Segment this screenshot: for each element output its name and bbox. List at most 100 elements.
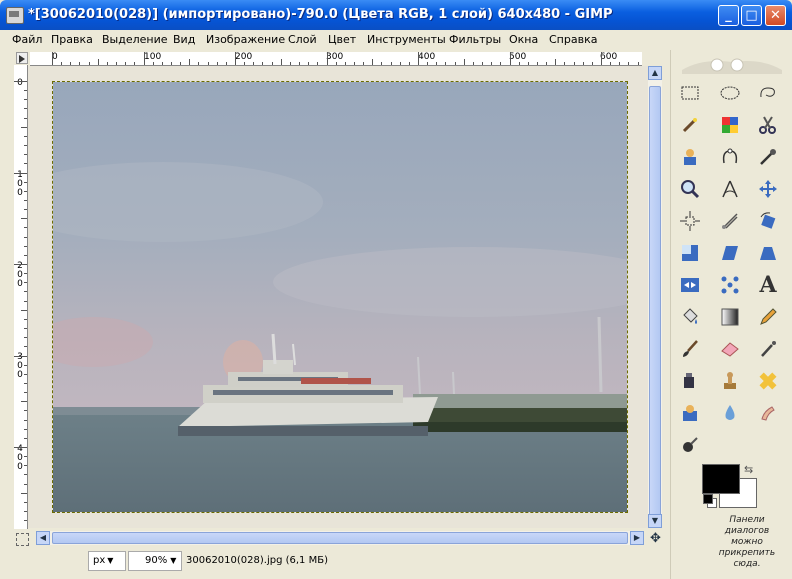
magnify-tool-icon[interactable]: [678, 177, 702, 201]
text-tool-icon[interactable]: A: [756, 272, 780, 298]
ruler-tick: [24, 190, 27, 192]
zoom-select[interactable]: 90% ▼: [128, 551, 182, 571]
shear-tool-icon[interactable]: [718, 241, 742, 265]
ruler-label: 500: [509, 52, 527, 62]
default-colors-fg-icon: [703, 494, 713, 504]
move-tool-icon[interactable]: [756, 177, 780, 201]
ruler-tick: [70, 62, 72, 65]
scroll-right-button[interactable]: ▶: [630, 531, 644, 545]
color-picker-tool-icon[interactable]: [756, 145, 780, 169]
unit-select[interactable]: px ▼: [88, 551, 126, 571]
rotate-tool-icon[interactable]: [756, 209, 780, 233]
menu-view[interactable]: Вид: [173, 33, 195, 46]
ruler-tick: [14, 264, 27, 265]
minimize-button[interactable]: _: [718, 5, 739, 26]
ruler-tick: [491, 62, 493, 65]
menu-windows[interactable]: Окна: [509, 33, 538, 46]
foreground-color-swatch[interactable]: [702, 464, 740, 494]
pencil-tool-icon[interactable]: [756, 305, 780, 329]
ruler-tick: [24, 382, 27, 384]
menu-select[interactable]: Выделение: [102, 33, 168, 46]
ruler-tick: [326, 52, 328, 65]
ruler-tick: [24, 245, 27, 247]
image-canvas[interactable]: [52, 81, 628, 513]
ruler-tick: [24, 474, 27, 476]
ruler-tick: [24, 392, 27, 394]
gimp-logo-icon: [682, 58, 782, 74]
menu-filters[interactable]: Фильтры: [449, 33, 501, 46]
cage-transform-tool-icon[interactable]: [718, 273, 742, 297]
close-button[interactable]: ✕: [765, 5, 786, 26]
vertical-scrollbar[interactable]: ▲ ▼: [648, 66, 662, 528]
horizontal-ruler[interactable]: 0 100 200 300 400 500 600: [30, 52, 642, 66]
ruler-tick: [24, 273, 27, 275]
navigate-icon[interactable]: ✥: [650, 531, 661, 546]
paintbrush-tool-icon[interactable]: [678, 337, 702, 361]
ellipse-select-tool-icon[interactable]: [718, 81, 742, 105]
clone-tool-icon[interactable]: [718, 369, 742, 393]
ruler-tick: [399, 62, 401, 65]
flip-tool-icon[interactable]: [678, 273, 702, 297]
heal-tool-icon[interactable]: [756, 369, 780, 393]
menu-file[interactable]: Файл: [12, 33, 42, 46]
ink-tool-icon[interactable]: [678, 369, 702, 393]
crop-tool-icon[interactable]: [718, 209, 742, 233]
scroll-left-button[interactable]: ◀: [36, 531, 50, 545]
scissors-tool-icon[interactable]: [756, 113, 780, 137]
ruler-tick: [454, 62, 456, 65]
status-info: 30062010(028).jpg (6,1 МБ): [186, 555, 328, 566]
ruler-tick: [418, 52, 419, 65]
perspective-tool-icon[interactable]: [756, 241, 780, 265]
selection-toggle-icon[interactable]: [16, 533, 29, 546]
ruler-tick: [88, 62, 90, 65]
ruler-label: 300: [326, 52, 344, 62]
menu-layer[interactable]: Слой: [288, 33, 317, 46]
menu-tools[interactable]: Инструменты: [367, 33, 446, 46]
vertical-ruler[interactable]: 0 100 200 300 400: [14, 65, 28, 529]
ruler-tick: [143, 52, 145, 65]
ruler-label: 600: [600, 52, 618, 62]
ruler-tick: [14, 172, 27, 174]
blur-sharpen-tool-icon[interactable]: [718, 401, 742, 425]
menu-colors[interactable]: Цвет: [328, 33, 356, 46]
horizontal-scroll-thumb[interactable]: [52, 532, 628, 544]
scroll-up-button[interactable]: ▲: [648, 66, 662, 80]
perspective-clone-tool-icon[interactable]: [678, 401, 702, 425]
ruler-tick: [518, 62, 520, 65]
horizontal-scrollbar[interactable]: ◀ ▶: [36, 531, 644, 545]
menu-edit[interactable]: Правка: [51, 33, 93, 46]
paths-tool-icon[interactable]: [718, 145, 742, 169]
foreground-select-tool-icon[interactable]: [678, 145, 702, 169]
ruler-tick: [390, 62, 392, 65]
airbrush-tool-icon[interactable]: [756, 337, 780, 361]
ruler-tick: [24, 99, 27, 101]
align-tool-icon[interactable]: [678, 209, 702, 233]
scroll-down-button[interactable]: ▼: [648, 514, 662, 528]
ruler-tick: [24, 456, 27, 458]
dodge-burn-tool-icon[interactable]: [678, 433, 702, 457]
maximize-button[interactable]: □: [741, 5, 762, 26]
rect-select-tool-icon[interactable]: [678, 81, 702, 105]
eraser-tool-icon[interactable]: [718, 337, 742, 361]
measure-tool-icon[interactable]: [718, 177, 742, 201]
menu-bar: Файл Правка Выделение Вид Изображение Сл…: [0, 30, 792, 50]
ruler-tick: [527, 62, 529, 65]
blend-tool-icon[interactable]: [718, 305, 742, 329]
free-select-tool-icon[interactable]: [756, 81, 780, 105]
ruler-tick: [24, 227, 27, 229]
ruler-tick: [24, 520, 27, 522]
scale-tool-icon[interactable]: [678, 241, 702, 265]
swap-colors-icon[interactable]: ⇆: [744, 463, 753, 476]
vertical-scroll-thumb[interactable]: [649, 86, 661, 524]
smudge-tool-icon[interactable]: [756, 401, 780, 425]
quick-mask-menu-button[interactable]: [16, 52, 28, 64]
ruler-tick: [555, 59, 557, 65]
select-by-color-tool-icon[interactable]: [718, 113, 742, 137]
menu-help[interactable]: Справка: [549, 33, 597, 46]
ruler-tick: [216, 62, 218, 65]
menu-image[interactable]: Изображение: [206, 33, 285, 46]
ruler-tick: [582, 62, 584, 65]
bucket-fill-tool-icon[interactable]: [678, 305, 702, 329]
gimp-window-icon[interactable]: [6, 7, 24, 24]
fuzzy-select-tool-icon[interactable]: [678, 113, 702, 137]
